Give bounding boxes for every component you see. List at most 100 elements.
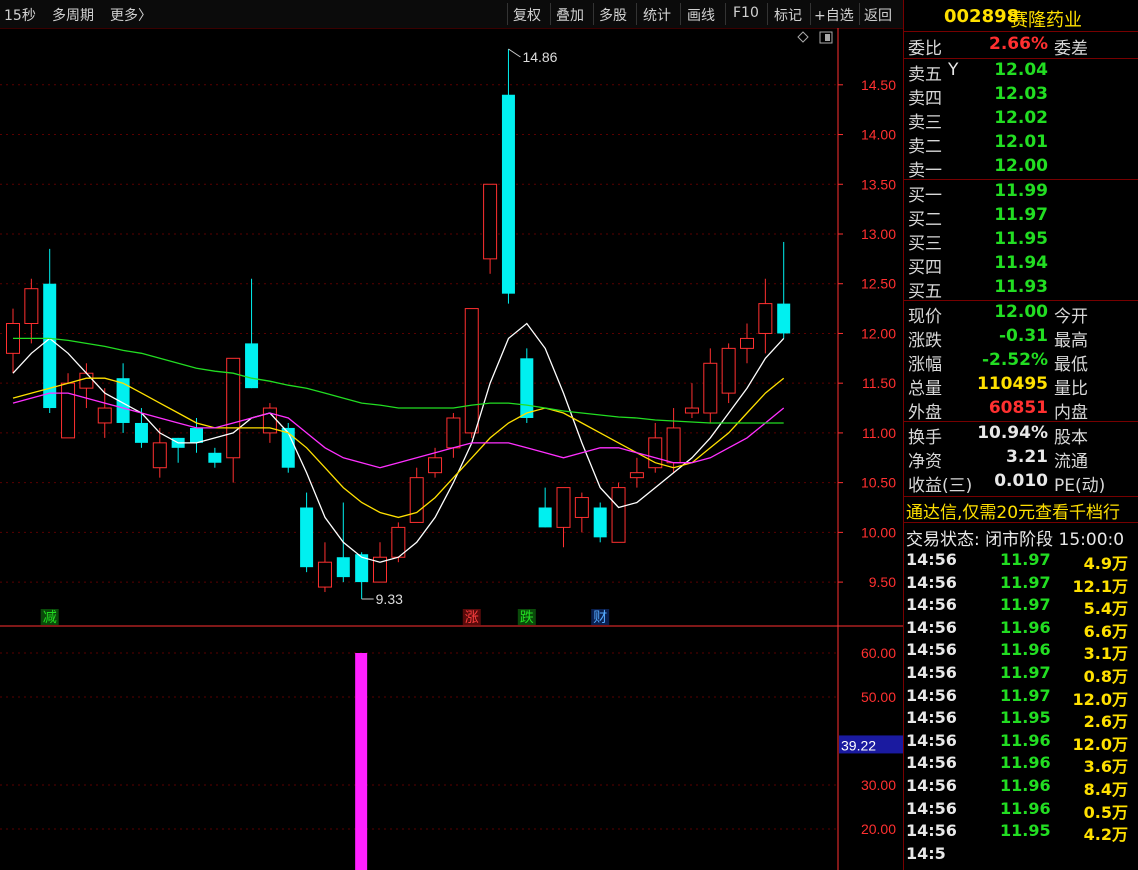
quote-value: 12.00: [994, 302, 1048, 322]
order-price: 12.00: [994, 156, 1048, 176]
candle-down: [501, 94, 515, 294]
tick-row: 14:56 11.96 3.1万: [904, 640, 1138, 664]
candle-up: [428, 457, 443, 474]
candle-down: [336, 557, 350, 578]
tick-price: 11.95: [1000, 821, 1051, 841]
tick-time: 14:56: [906, 617, 957, 637]
price-tick-label: 9.50: [869, 574, 896, 590]
diamond-icon[interactable]: [797, 31, 809, 43]
order-book-row: 卖五 Y 12.04: [904, 60, 1138, 85]
add-watchlist-button[interactable]: +自选: [814, 5, 854, 25]
order-price: 11.95: [994, 229, 1048, 249]
tick-row: 14:56 11.96 8.4万: [904, 776, 1138, 799]
quote-label: 总量: [908, 379, 942, 399]
f10-button[interactable]: F10: [733, 5, 759, 21]
candle-down: [134, 422, 148, 443]
order-level-label: 卖五: [908, 65, 942, 85]
order-price: 11.94: [994, 253, 1048, 273]
mark-button[interactable]: 标记: [774, 5, 802, 25]
candle-down: [208, 452, 222, 463]
high-price-label: 14.86: [522, 49, 557, 65]
order-ratio-label: 委比: [908, 39, 942, 59]
order-ratio-value: 2.66%: [989, 34, 1048, 54]
candle-up: [758, 303, 773, 334]
order-level-label: 卖三: [908, 113, 942, 133]
stock-code: 002898: [944, 6, 1020, 27]
order-book-row: 卖二 12.01: [904, 132, 1138, 157]
tick-volume: 4.9万: [1083, 554, 1128, 573]
period-15s-button[interactable]: 15秒: [4, 5, 36, 25]
quote-label: 外盘: [908, 403, 942, 423]
tick-volume: 6.6万: [1083, 621, 1128, 641]
stats-label: 收益(三): [908, 476, 973, 496]
kline-chart[interactable]: 14.50 14.00 13.50 13.00 12.50 12.00 11.50 11.00…: [0, 28, 903, 870]
order-book-row: 买四 11.94: [904, 253, 1138, 278]
window-icon-inner: [825, 34, 830, 41]
candle-up: [409, 477, 424, 523]
adjust-price-button[interactable]: 复权: [513, 5, 541, 25]
tick-row: 14:56 11.95 4.2万: [904, 821, 1138, 844]
tick-time: 14:5: [906, 843, 946, 863]
order-ratio-row: 委比 2.66% 委差: [904, 34, 1138, 59]
tick-price: 11.97: [1000, 550, 1051, 569]
tick-row: 14:56 11.97 4.9万: [904, 550, 1138, 573]
trade-status: 交易状态: 闭市阶段 15:00:0: [906, 530, 1125, 550]
stats-row: 换手 10.94% 股本: [904, 423, 1138, 448]
statistics-button[interactable]: 统计: [643, 5, 671, 25]
tick-volume: 3.6万: [1083, 757, 1128, 777]
order-price: 12.02: [994, 108, 1048, 128]
quote-label-2: 内盘: [1054, 403, 1088, 423]
tick-row: 14:56 11.97 0.8万: [904, 663, 1138, 686]
order-book-row: 买一 11.99: [904, 181, 1138, 206]
candle-up: [574, 497, 589, 518]
tick-time: 14:56: [906, 821, 957, 841]
back-button[interactable]: 返回: [864, 5, 892, 25]
price-tick-label: 11.00: [862, 425, 896, 441]
candle-down: [538, 507, 552, 528]
order-level-mark: Y: [948, 60, 959, 80]
quote-panel: 002898 赛隆药业 委比 2.66% 委差 卖五 Y 12.04 卖四 12.03 卖…: [903, 0, 1138, 870]
candle-down: [593, 507, 607, 538]
stats-label: 换手: [908, 428, 942, 448]
tick-price: 11.97: [1000, 595, 1051, 615]
order-price: 11.97: [994, 205, 1048, 225]
stats-label-2: 流通: [1054, 452, 1088, 472]
quote-row: 总量 110495 量比: [904, 374, 1138, 399]
candle-up: [556, 487, 571, 528]
quote-value: 60851: [988, 398, 1048, 418]
promo-banner[interactable]: 通达信,仅需20元查看千档行: [904, 498, 1138, 523]
event-marker[interactable]: 财: [593, 610, 607, 626]
event-marker[interactable]: 涨: [465, 610, 479, 626]
more-menu-button[interactable]: 更多〉: [110, 5, 152, 25]
quote-value: -2.52%: [981, 350, 1048, 370]
tick-volume: 12.0万: [1072, 689, 1128, 709]
tick-volume: 12.1万: [1072, 576, 1128, 596]
quote-label: 现价: [908, 307, 942, 327]
tick-time: 14:56: [906, 685, 957, 705]
event-marker[interactable]: 减: [43, 610, 57, 626]
tick-row: 14:56 11.96 6.6万: [904, 617, 1138, 641]
candle-up: [740, 337, 754, 349]
order-price: 12.04: [994, 60, 1048, 80]
order-book-row: 卖一 12.00: [904, 156, 1138, 181]
overlay-button[interactable]: 叠加: [556, 5, 584, 25]
tick-volume: 0.5万: [1083, 802, 1128, 822]
order-price: 11.93: [994, 277, 1048, 297]
quote-value: 110495: [977, 374, 1048, 394]
stats-value: 3.21: [1006, 447, 1048, 467]
multi-period-button[interactable]: 多周期: [52, 5, 94, 25]
tick-time: 14:56: [906, 753, 957, 773]
tick-price: 11.97: [1000, 663, 1051, 682]
multi-stock-button[interactable]: 多股: [599, 5, 627, 25]
event-marker[interactable]: 跌: [520, 610, 534, 626]
price-tick-label: 12.50: [861, 276, 896, 292]
tick-price: 11.97: [1000, 572, 1051, 592]
candle-up: [464, 308, 479, 434]
drawing-button[interactable]: 画线: [687, 5, 715, 25]
candle-up: [703, 362, 718, 414]
candle-up: [684, 407, 699, 414]
tick-volume: 3.1万: [1083, 644, 1128, 664]
quote-label-2: 量比: [1054, 379, 1088, 399]
stats-label-2: PE(动): [1054, 476, 1106, 496]
indicator-tick-label: 30.00: [861, 777, 896, 793]
